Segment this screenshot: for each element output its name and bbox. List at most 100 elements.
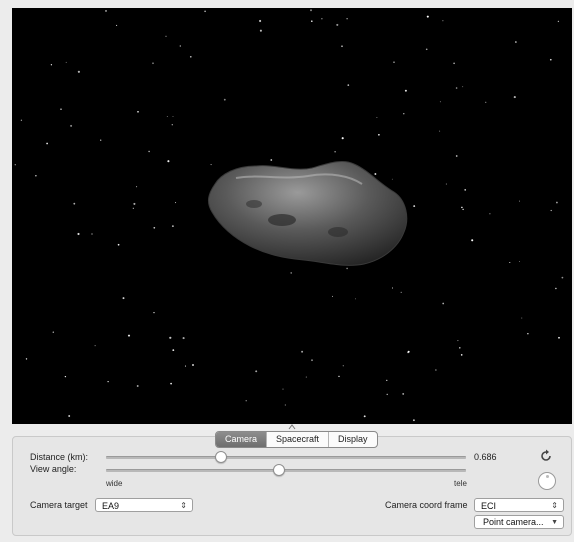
- star: [455, 87, 458, 89]
- coord-frame-value: ECI: [481, 501, 497, 511]
- star: [521, 317, 523, 319]
- star: [153, 226, 156, 229]
- star: [455, 155, 458, 157]
- view-angle-label: View angle:: [30, 464, 77, 474]
- star: [305, 376, 307, 378]
- star: [136, 186, 138, 188]
- star: [170, 382, 172, 385]
- star: [172, 116, 174, 118]
- star: [189, 55, 192, 58]
- star: [167, 160, 170, 163]
- star: [442, 302, 445, 305]
- star: [204, 10, 206, 13]
- star: [471, 239, 474, 242]
- star: [346, 267, 348, 270]
- star: [301, 350, 304, 353]
- star: [461, 206, 463, 209]
- star: [171, 225, 174, 228]
- star: [374, 173, 377, 175]
- star: [169, 336, 172, 339]
- camera-target-label: Camera target: [30, 500, 88, 510]
- star: [182, 337, 185, 340]
- star: [282, 388, 284, 390]
- star: [152, 62, 154, 65]
- splitter-grip-icon[interactable]: [288, 424, 296, 430]
- star: [153, 311, 155, 314]
- star: [407, 350, 410, 353]
- star: [148, 150, 150, 153]
- star: [412, 419, 415, 422]
- star: [311, 359, 313, 362]
- star: [116, 24, 118, 26]
- reset-icon[interactable]: [539, 449, 553, 463]
- star: [393, 61, 395, 63]
- star: [404, 89, 407, 92]
- star: [46, 142, 48, 145]
- point-camera-label: Point camera...: [483, 517, 544, 527]
- star: [284, 404, 286, 406]
- star: [439, 130, 441, 132]
- star: [270, 159, 273, 161]
- tab-spacecraft[interactable]: Spacecraft: [266, 432, 328, 447]
- star: [519, 261, 520, 263]
- asteroid-crater: [246, 200, 262, 208]
- star: [245, 400, 247, 402]
- star: [35, 175, 37, 177]
- star: [342, 365, 344, 367]
- star: [439, 101, 441, 103]
- space-scene: [14, 9, 564, 422]
- updown-arrow-icon: ⇕: [180, 501, 187, 510]
- star: [515, 41, 517, 43]
- camera-target-select[interactable]: EA9 ⇕: [95, 498, 193, 512]
- 3d-viewport[interactable]: [12, 8, 572, 424]
- star: [332, 295, 333, 297]
- star: [338, 375, 340, 378]
- star: [184, 365, 187, 367]
- star: [341, 137, 344, 140]
- app-window: Camera Spacecraft Display Distance (km):…: [0, 0, 574, 542]
- star: [175, 202, 177, 204]
- star: [255, 370, 258, 373]
- star: [223, 98, 226, 101]
- star: [70, 124, 73, 127]
- tab-display[interactable]: Display: [328, 432, 377, 447]
- star: [561, 276, 564, 279]
- star: [557, 20, 560, 23]
- star: [127, 334, 131, 337]
- tele-label: tele: [454, 479, 467, 488]
- star: [426, 15, 429, 18]
- star: [346, 18, 348, 20]
- star: [52, 331, 55, 333]
- view-angle-slider-track[interactable]: [106, 469, 466, 472]
- star: [402, 392, 405, 395]
- star: [117, 243, 120, 246]
- star: [378, 133, 380, 136]
- star: [376, 116, 378, 119]
- star: [464, 189, 467, 191]
- star: [179, 45, 181, 47]
- star: [400, 291, 402, 293]
- star: [555, 287, 557, 290]
- distance-slider-track[interactable]: [106, 456, 466, 459]
- star: [555, 201, 558, 204]
- star: [334, 151, 336, 153]
- distance-value: 0.686: [474, 452, 497, 462]
- star: [311, 20, 313, 22]
- star: [25, 358, 28, 360]
- star: [513, 96, 516, 99]
- star: [14, 164, 16, 166]
- star: [77, 232, 80, 236]
- star: [453, 62, 455, 65]
- view-angle-slider-knob[interactable]: [272, 464, 285, 476]
- star: [50, 64, 53, 66]
- coord-frame-label: Camera coord frame: [385, 500, 468, 510]
- orientation-dial-icon[interactable]: [538, 472, 556, 490]
- star: [310, 9, 312, 12]
- coord-frame-select[interactable]: ECI ⇕: [474, 498, 564, 512]
- tab-camera[interactable]: Camera: [216, 432, 267, 447]
- point-camera-button[interactable]: Point camera... ▼: [474, 515, 564, 529]
- star: [122, 297, 125, 300]
- star: [341, 45, 343, 48]
- star: [445, 183, 447, 185]
- star: [391, 178, 393, 180]
